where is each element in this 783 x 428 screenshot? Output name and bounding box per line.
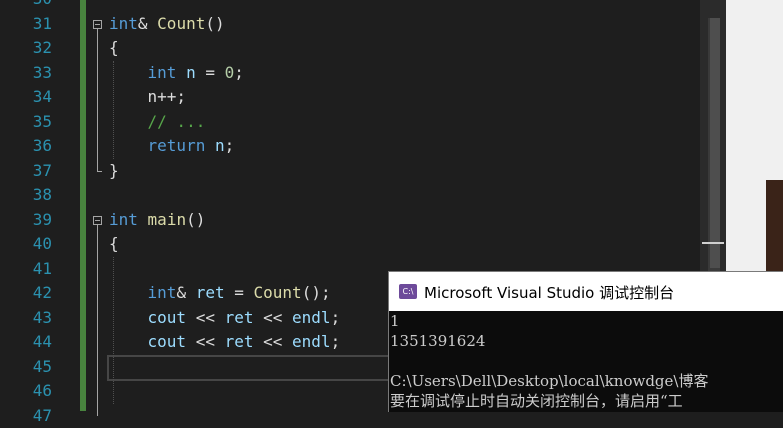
code-line[interactable]: int n = 0;	[109, 61, 244, 86]
line-number: 31	[0, 12, 52, 37]
code-token: n++;	[148, 87, 187, 106]
fold-toggle-icon[interactable]	[93, 216, 102, 225]
code-token	[109, 332, 148, 351]
code-token: {	[109, 234, 119, 253]
line-number: 41	[0, 257, 52, 282]
fold-region-line	[97, 29, 98, 171]
line-number: 36	[0, 134, 52, 159]
line-number: 45	[0, 355, 52, 380]
fold-toggle-icon[interactable]	[93, 20, 102, 29]
code-line[interactable]: {	[109, 232, 119, 257]
code-token	[109, 112, 148, 131]
code-token: =	[196, 63, 225, 82]
code-token: ;	[234, 63, 244, 82]
fold-region-end	[97, 171, 102, 172]
code-token: cout	[148, 308, 187, 327]
indent-guide	[113, 257, 114, 404]
code-token	[109, 308, 148, 327]
line-number: 38	[0, 183, 52, 208]
code-line[interactable]: int main()	[109, 208, 205, 233]
line-number: 32	[0, 36, 52, 61]
code-token: return	[148, 136, 206, 155]
line-number-gutter: 303132333435363738394041424344454647	[0, 0, 60, 411]
code-token: &	[138, 14, 157, 33]
code-token	[109, 136, 148, 155]
code-token: main	[148, 210, 187, 229]
console-output-line: 1351391624	[390, 331, 485, 351]
code-token: int	[109, 14, 138, 33]
code-line[interactable]: }	[109, 159, 119, 184]
code-token: endl	[292, 308, 331, 327]
code-line[interactable]: return n;	[109, 134, 234, 159]
code-token: ;	[225, 136, 235, 155]
code-line[interactable]: int& ret = Count();	[109, 281, 331, 306]
code-token	[109, 283, 148, 302]
line-number: 42	[0, 281, 52, 306]
console-output[interactable]: 11351391624 C:\Users\Dell\Desktop\local\k…	[389, 311, 783, 412]
line-number: 39	[0, 208, 52, 233]
line-number: 47	[0, 404, 52, 428]
code-token: ();	[302, 283, 331, 302]
line-number: 33	[0, 61, 52, 86]
code-token: ;	[331, 308, 341, 327]
code-line[interactable]: n++;	[109, 85, 186, 110]
line-number: 40	[0, 232, 52, 257]
code-token: n	[215, 136, 225, 155]
line-number: 35	[0, 110, 52, 135]
code-token: =	[225, 283, 254, 302]
code-token: {	[109, 38, 119, 57]
line-number: 37	[0, 159, 52, 184]
line-number: 43	[0, 306, 52, 331]
current-line-highlight	[107, 355, 409, 381]
change-tracking-bar	[80, 0, 86, 411]
code-token: <<	[186, 332, 225, 351]
code-token: n	[186, 63, 196, 82]
code-line[interactable]: cout << ret << endl;	[109, 330, 340, 355]
code-token: <<	[186, 308, 225, 327]
code-token: <<	[254, 308, 293, 327]
code-token	[138, 210, 148, 229]
code-token: int	[148, 63, 177, 82]
code-token: endl	[292, 332, 331, 351]
code-line[interactable]: {	[109, 36, 119, 61]
line-number: 46	[0, 379, 52, 404]
code-token	[109, 63, 148, 82]
code-token	[109, 87, 148, 106]
code-token: ()	[205, 14, 224, 33]
code-token: int	[148, 283, 177, 302]
console-output-line: 要在调试停止时自动关闭控制台，请启用“工	[390, 391, 683, 411]
scrollbar-caret-marker	[702, 242, 724, 244]
code-token: ()	[186, 210, 205, 229]
code-line[interactable]: cout << ret << endl;	[109, 306, 340, 331]
debug-console-window[interactable]: C:\ Microsoft Visual Studio 调试控制台 113513…	[388, 271, 783, 412]
line-number: 34	[0, 85, 52, 110]
console-title: Microsoft Visual Studio 调试控制台	[424, 282, 674, 303]
line-number: 44	[0, 330, 52, 355]
line-number: 30	[0, 0, 52, 12]
code-token: ;	[331, 332, 341, 351]
code-token: ret	[225, 308, 254, 327]
code-token: ret	[225, 332, 254, 351]
code-token	[205, 136, 215, 155]
code-token: <<	[254, 332, 293, 351]
indent-guide	[113, 61, 114, 159]
fold-region-line	[97, 225, 98, 416]
console-app-icon: C:\	[399, 284, 417, 299]
code-token: &	[176, 283, 195, 302]
code-token: cout	[148, 332, 187, 351]
code-token: }	[109, 161, 119, 180]
code-token	[176, 63, 186, 82]
console-output-line: 1	[390, 311, 400, 331]
code-token: 0	[225, 63, 235, 82]
console-output-line: C:\Users\Dell\Desktop\local\knowdge\博客	[390, 371, 708, 391]
code-token: // ...	[148, 112, 206, 131]
code-line[interactable]: int& Count()	[109, 12, 225, 37]
code-token: Count	[157, 14, 205, 33]
console-title-bar[interactable]: C:\ Microsoft Visual Studio 调试控制台	[389, 272, 783, 311]
code-token: ret	[196, 283, 225, 302]
code-token: Count	[254, 283, 302, 302]
scrollbar-thumb[interactable]	[710, 18, 720, 268]
code-line[interactable]: // ...	[109, 110, 205, 135]
code-token: int	[109, 210, 138, 229]
